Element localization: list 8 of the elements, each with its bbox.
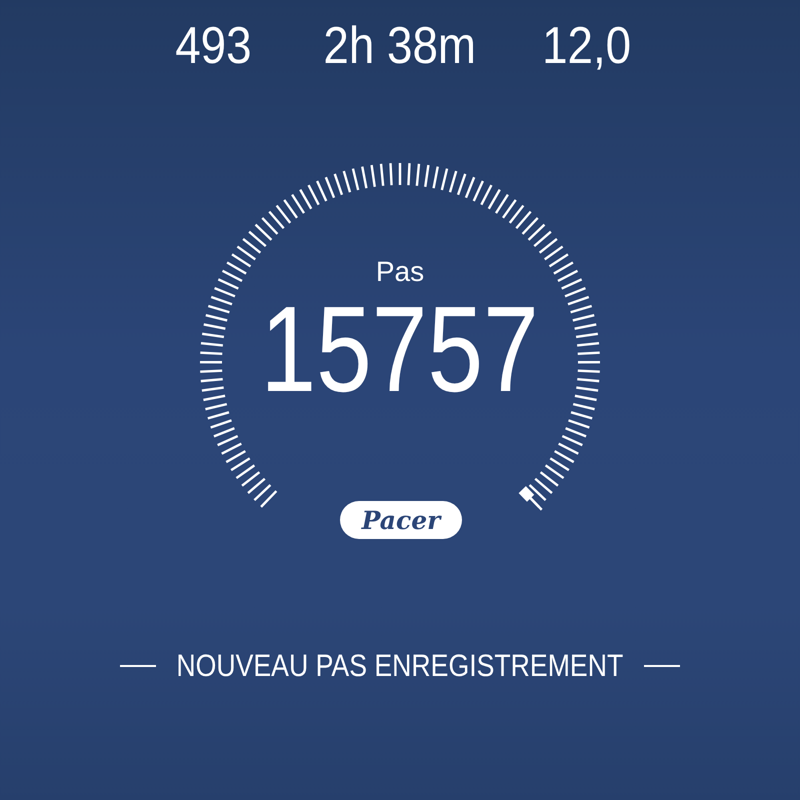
steps-count: 15757 bbox=[260, 294, 540, 404]
stat-value: 2h 38m bbox=[324, 16, 476, 76]
stat-value: 493 bbox=[175, 16, 252, 76]
record-banner-text: NOUVEAU PAS ENREGISTREMENT bbox=[176, 648, 624, 684]
steps-label: Pas bbox=[376, 256, 424, 288]
logo-text: Pacer bbox=[362, 506, 440, 534]
stat-value: 12,0 bbox=[542, 16, 632, 76]
progress-marker bbox=[518, 486, 543, 511]
